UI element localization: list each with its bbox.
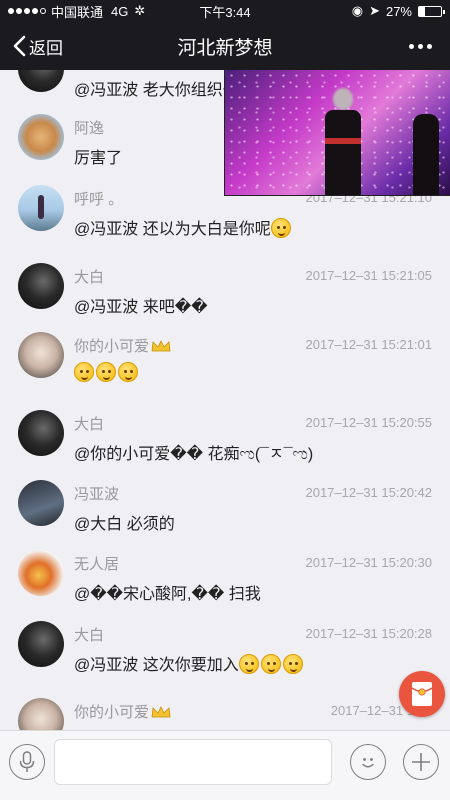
background-performer-figure: [413, 114, 439, 195]
more-options-button[interactable]: [409, 43, 450, 49]
battery-icon: [418, 5, 445, 17]
chat-message[interactable]: 大白 2017–12–31 15:21:05 @冯亚波 来吧��: [0, 263, 450, 333]
performer-figure: [325, 88, 361, 195]
carrier-label: 中国联通: [51, 4, 104, 20]
orientation-lock-icon: ◉: [351, 3, 364, 18]
sender-name: 呼呼 。: [74, 191, 124, 208]
message-text: @你的小可爱�� 花痴ಌ(¯ㅈ¯ಌ): [74, 446, 314, 463]
sender-name: 大白: [74, 627, 105, 644]
avatar[interactable]: [18, 114, 64, 160]
smiley-icon: [362, 758, 374, 768]
message-text-content: @冯亚波 还以为大白是你呢: [74, 221, 271, 238]
message-text: 厉害了: [74, 150, 123, 167]
avatar[interactable]: [18, 410, 64, 456]
red-packet-button[interactable]: [399, 671, 445, 717]
emoji-icon: [260, 654, 281, 674]
location-arrow-icon: ➤: [369, 3, 380, 18]
red-envelope-icon: [411, 682, 433, 706]
message-timestamp: 2017–12–31 15:20:42: [305, 485, 432, 500]
more-dot-icon: [409, 43, 414, 49]
loading-spinner-icon: ✲: [134, 3, 146, 18]
message-text: @大白 必须的: [74, 516, 175, 533]
avatar[interactable]: [18, 698, 64, 730]
emoji-icon: [118, 362, 138, 382]
avatar[interactable]: [18, 185, 64, 231]
message-text: @冯亚波 还以为大白是你呢: [74, 215, 293, 239]
avatar[interactable]: [18, 263, 64, 309]
microphone-icon: [19, 751, 35, 772]
message-input[interactable]: [54, 739, 332, 785]
chat-title: 河北新梦想: [177, 37, 273, 59]
sender-name: 你的小可爱: [74, 701, 171, 722]
floating-video-player[interactable]: [224, 70, 450, 196]
sender-name-text: 你的小可爱: [74, 704, 150, 721]
message-text: @冯亚波 老大你组织一: [74, 82, 239, 99]
emoji-picker-button[interactable]: [350, 744, 386, 780]
chat-message[interactable]: 冯亚波 2017–12–31 15:20:42 @大白 必须的: [0, 480, 450, 550]
avatar[interactable]: [18, 480, 64, 526]
network-type-label: 4G: [111, 3, 129, 19]
chevron-left-icon: [13, 35, 26, 57]
sender-name: 冯亚波: [74, 486, 120, 503]
avatar[interactable]: [18, 550, 64, 596]
message-text: @��宋心酸阿,�� 扫我: [74, 586, 261, 603]
back-label: 返回: [29, 38, 63, 58]
nav-bar: 返回 河北新梦想: [0, 22, 450, 70]
chat-message[interactable]: 大白 2017–12–31 15:20:55 @你的小可爱�� 花痴ಌ(¯ㅈ¯ಌ…: [0, 410, 450, 480]
more-attachments-button[interactable]: [403, 744, 439, 780]
message-text: @冯亚波 来吧��: [74, 299, 208, 316]
message-text: [74, 362, 140, 383]
avatar[interactable]: [18, 70, 64, 92]
chat-input-bar: [0, 730, 450, 800]
plus-icon: [412, 753, 430, 771]
crown-icon: [151, 706, 171, 718]
message-text-content: @冯亚波 这次你要加入: [74, 657, 239, 674]
message-timestamp: 2017–12–31 15:20:30: [305, 555, 432, 570]
sender-name: 大白: [74, 416, 105, 433]
emoji-icon: [74, 362, 94, 382]
emoji-icon: [96, 362, 116, 382]
avatar[interactable]: [18, 332, 64, 378]
message-timestamp: 2017–12–31 15:20:55: [305, 415, 432, 430]
chat-message[interactable]: 大白 2017–12–31 15:20:28 @冯亚波 这次你要加入: [0, 621, 450, 691]
back-button[interactable]: 返回: [0, 34, 63, 59]
message-timestamp: 2017–12–31 15:20:28: [305, 626, 432, 641]
sender-name: 无人居: [74, 556, 120, 573]
chat-message[interactable]: 你的小可爱 2017–12–31 15:2: [0, 698, 450, 730]
status-bar: 中国联通 4G ✲ 下午3:44 ◉ ➤ 27%: [0, 0, 450, 22]
battery-percent-label: 27%: [385, 3, 412, 19]
sender-name: 你的小可爱: [74, 335, 171, 356]
chat-message[interactable]: 你的小可爱 2017–12–31 15:21:01: [0, 332, 450, 402]
voice-input-button[interactable]: [9, 744, 45, 780]
message-text: @冯亚波 这次你要加入: [74, 651, 305, 675]
sender-name-text: 你的小可爱: [74, 338, 150, 355]
sender-name: 大白: [74, 269, 105, 286]
avatar[interactable]: [18, 621, 64, 667]
emoji-icon: [270, 218, 291, 238]
message-timestamp: 2017–12–31 15:21:05: [305, 268, 432, 283]
crown-icon: [151, 340, 171, 352]
message-timestamp: 2017–12–31 15:21:01: [305, 337, 432, 352]
signal-strength-icon: [8, 8, 46, 14]
sender-name: 阿逸: [74, 120, 105, 137]
emoji-icon: [282, 654, 303, 674]
chat-message[interactable]: 无人居 2017–12–31 15:20:30 @��宋心酸阿,�� 扫我: [0, 550, 450, 620]
emoji-icon: [238, 654, 259, 674]
